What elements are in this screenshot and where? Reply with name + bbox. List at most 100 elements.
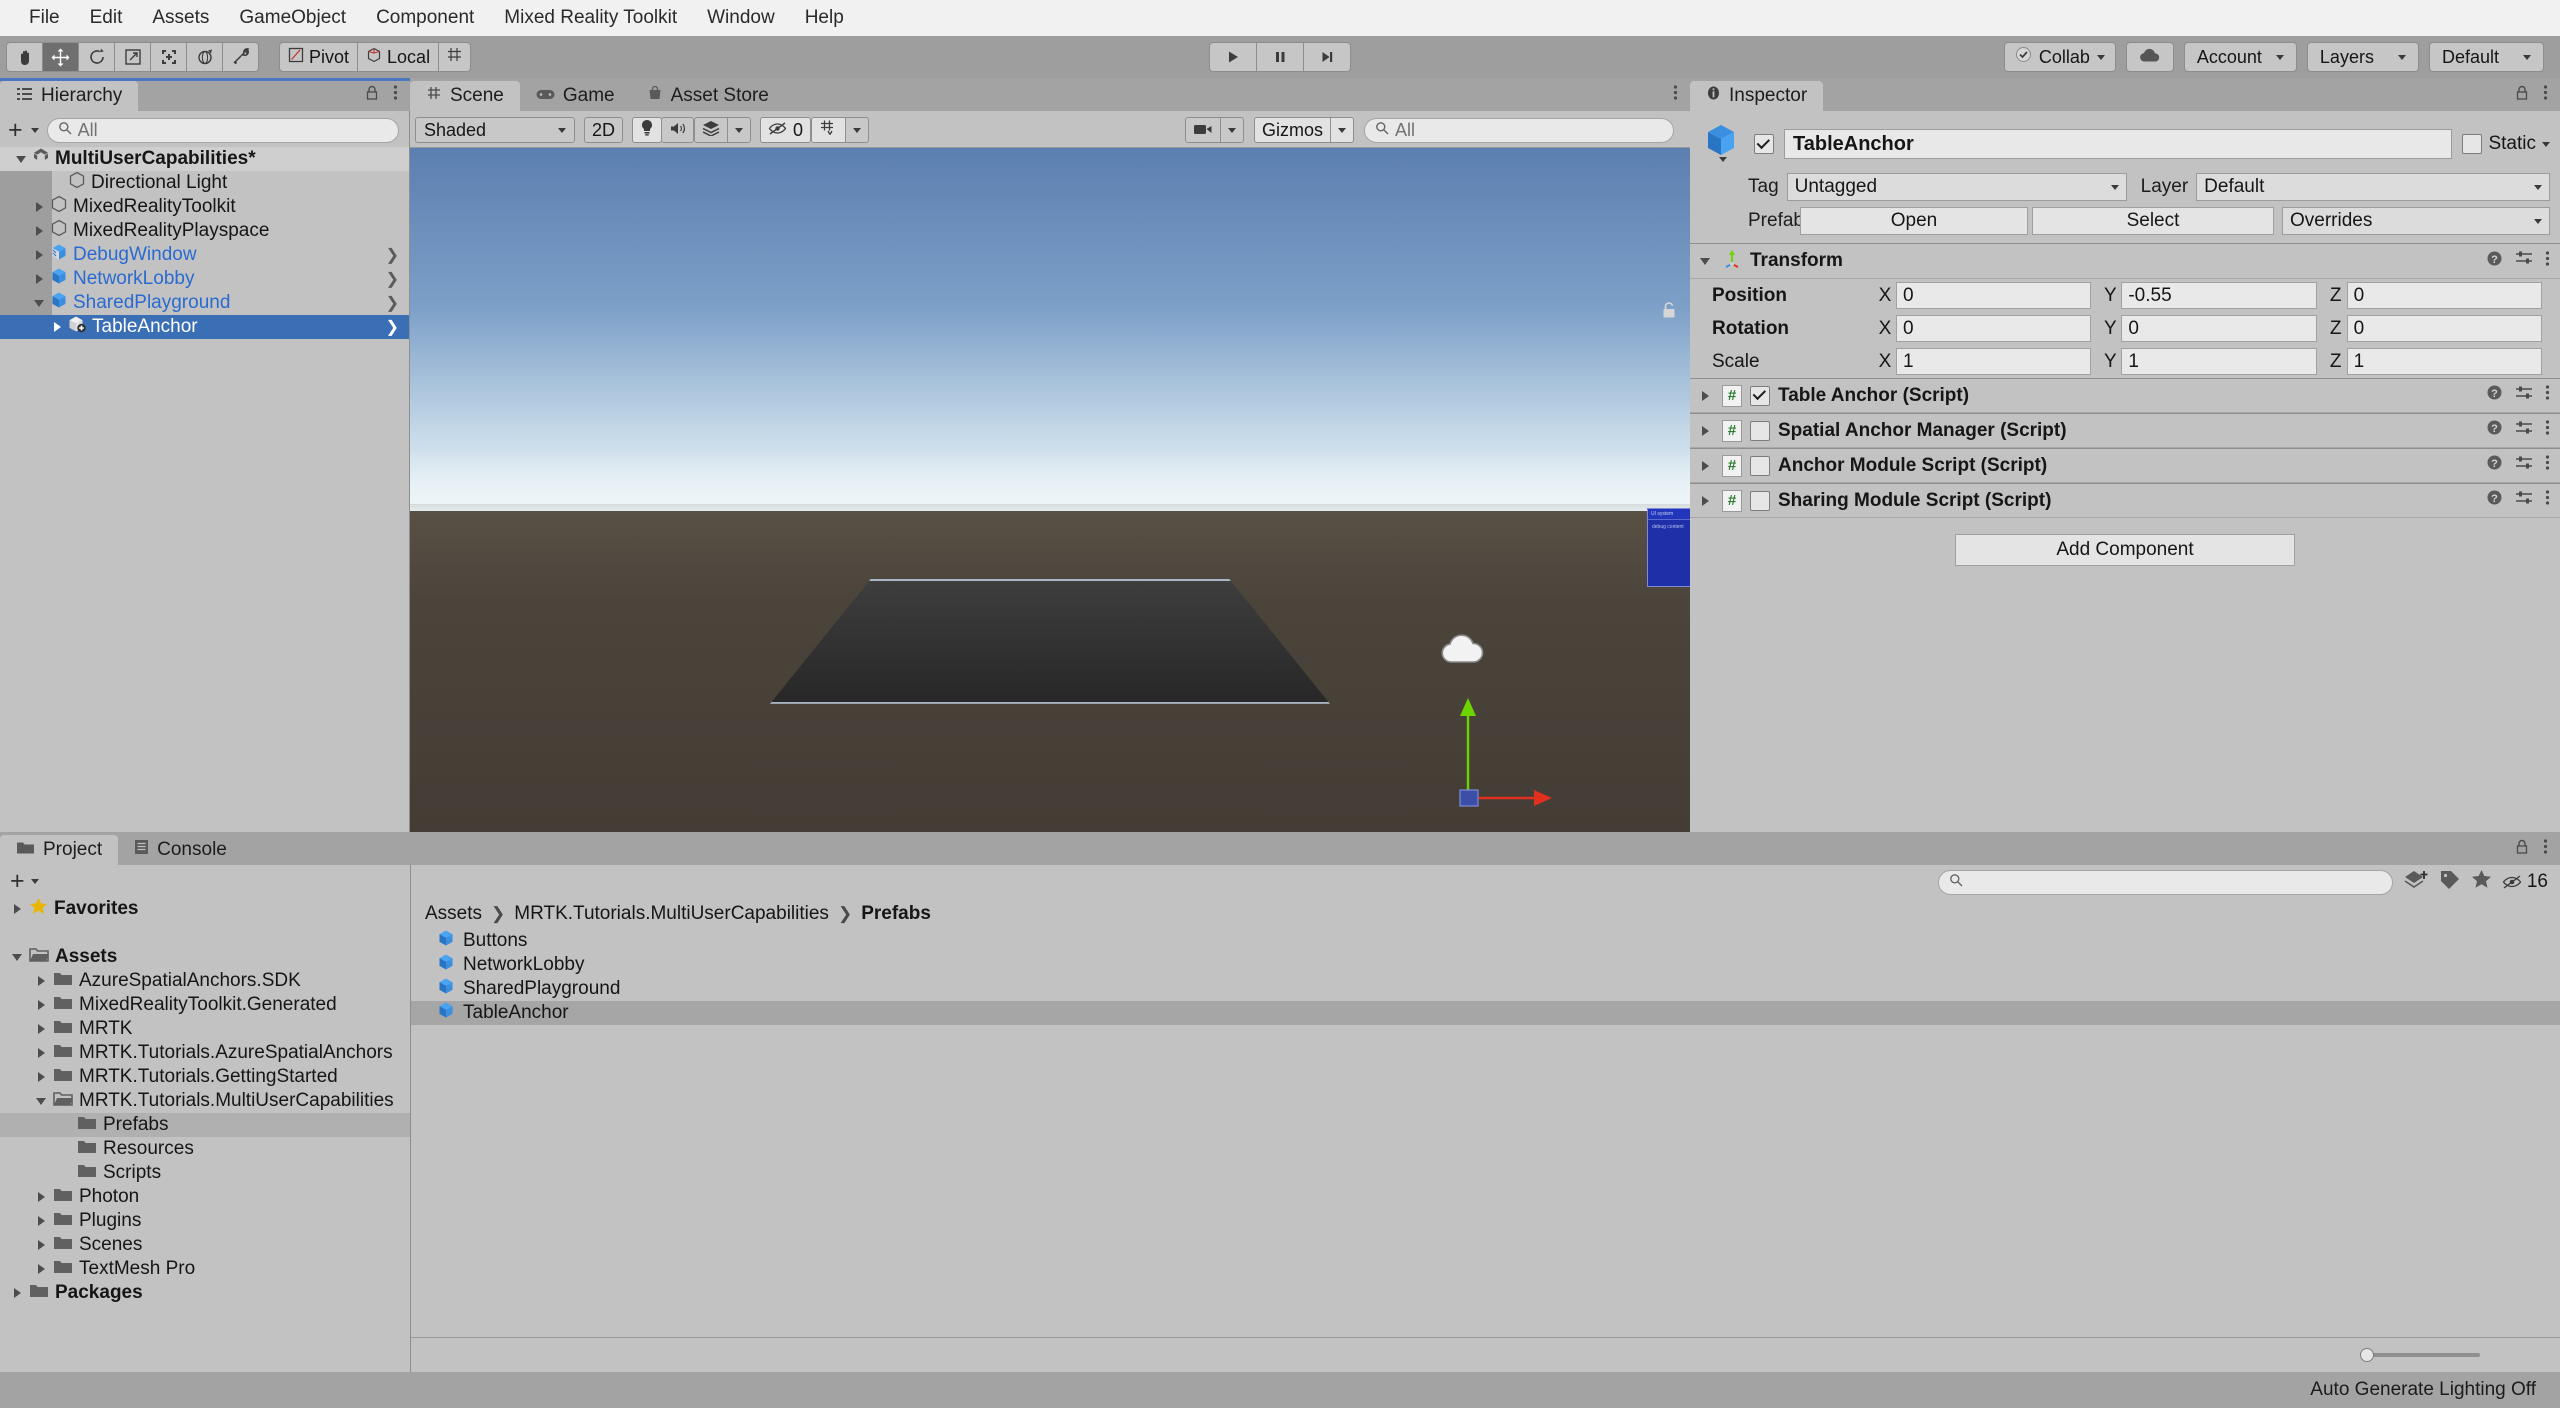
project-menu-icon[interactable] (2543, 838, 2548, 861)
gizmos-dropdown[interactable] (1330, 117, 1354, 143)
layout-button[interactable]: Default (2428, 42, 2544, 72)
help-icon[interactable]: ? (2486, 419, 2503, 442)
component-foldout-icon[interactable] (1698, 388, 1714, 404)
scene-grid-button[interactable] (811, 117, 847, 143)
project-folder-tree[interactable]: Favorites Assets AzureSpatialAnchors.SDK Mi… (0, 897, 410, 1372)
component-table-anchor-script[interactable]: # Table Anchor (Script)? (1690, 378, 2560, 413)
component-menu-icon[interactable] (2545, 384, 2550, 407)
move-tool-button[interactable] (42, 42, 79, 72)
position-z-input[interactable]: 0 (2346, 282, 2542, 309)
add-component-button[interactable]: Add Component (1955, 534, 2295, 566)
transform-component-header[interactable]: Transform ? (1690, 243, 2560, 279)
component-foldout-icon[interactable] (1698, 493, 1714, 509)
add-gameobject-caret-icon[interactable] (30, 127, 39, 133)
preset-icon[interactable] (2515, 455, 2533, 477)
static-toggle[interactable]: Static (2462, 133, 2550, 155)
menu-item-gameobject[interactable]: GameObject (224, 0, 361, 36)
cloud-button[interactable] (2125, 42, 2174, 72)
expand-arrow-icon[interactable] (34, 1189, 50, 1205)
hierarchy-tree[interactable]: MultiUserCapabilities* Directional Light M… (0, 147, 409, 832)
collapse-arrow-icon[interactable] (14, 151, 30, 167)
scene-camera-dropdown[interactable] (1219, 117, 1244, 143)
scene-grid-dropdown[interactable] (845, 117, 870, 143)
tab-project[interactable]: Project (0, 835, 119, 865)
pivot-toggle-button[interactable]: Pivot (279, 42, 359, 72)
gameobject-name-input[interactable]: TableAnchor (1784, 129, 2453, 159)
help-icon[interactable]: ? (2486, 250, 2503, 273)
scene-gizmo-lock-icon[interactable] (1660, 300, 1678, 326)
expand-arrow-icon[interactable] (34, 1261, 50, 1277)
breadcrumb-item-1[interactable]: MRTK.Tutorials.MultiUserCapabilities (514, 903, 829, 925)
prefab-open-chevron-icon[interactable]: ❯ (386, 269, 409, 289)
move-gizmo[interactable] (1420, 678, 1620, 818)
project-tree-item-prefabs[interactable]: Prefabs (0, 1113, 410, 1137)
project-tree-item-packages[interactable]: Packages (0, 1281, 410, 1305)
component-enabled-checkbox[interactable] (1750, 455, 1770, 476)
project-tree-item-mrtk-tutorials-multiusercapabilities[interactable]: MRTK.Tutorials.MultiUserCapabilities (0, 1089, 410, 1113)
expand-arrow-icon[interactable] (34, 1021, 50, 1037)
project-tree-item-scenes[interactable]: Scenes (0, 1233, 410, 1257)
menu-item-file[interactable]: File (14, 0, 75, 36)
rotation-y-input[interactable]: 0 (2121, 315, 2317, 342)
expand-arrow-icon[interactable] (34, 1069, 50, 1085)
scene-camera-button[interactable] (1184, 117, 1221, 143)
position-x-input[interactable]: 0 (1896, 282, 2092, 309)
scene-fx-button[interactable] (694, 117, 729, 143)
component-foldout-icon[interactable] (1698, 423, 1714, 439)
transform-foldout-icon[interactable] (1698, 253, 1714, 269)
tag-dropdown[interactable]: Untagged (1786, 173, 2127, 201)
scene-viewport[interactable]: UI system debug content (410, 148, 1690, 832)
create-asset-caret-icon[interactable] (30, 878, 39, 884)
position-y-input[interactable]: -0.55 (2121, 282, 2317, 309)
hierarchy-item-debugwindow[interactable]: DebugWindow ❯ (0, 243, 409, 267)
account-button[interactable]: Account (2183, 42, 2297, 72)
project-tree-item-azurespatialanchors-sdk[interactable]: AzureSpatialAnchors.SDK (0, 969, 410, 993)
hierarchy-menu-icon[interactable] (393, 84, 398, 107)
filter-by-type-icon[interactable] (2403, 868, 2429, 896)
collapse-arrow-icon[interactable] (34, 1093, 50, 1109)
project-search-input[interactable] (1937, 869, 2393, 895)
grid-snap-button[interactable] (438, 42, 472, 72)
collapse-arrow-icon[interactable] (10, 949, 26, 965)
scale-z-input[interactable]: 1 (2346, 348, 2542, 375)
preset-icon[interactable] (2515, 385, 2533, 407)
project-tree-item-photon[interactable]: Photon (0, 1185, 410, 1209)
project-tree-item-textmesh-pro[interactable]: TextMesh Pro (0, 1257, 410, 1281)
component-enabled-checkbox[interactable] (1750, 420, 1770, 441)
tab-hierarchy[interactable]: Hierarchy (0, 81, 139, 111)
layers-button[interactable]: Layers (2306, 42, 2419, 72)
preset-icon[interactable] (2515, 250, 2533, 272)
static-checkbox[interactable] (2462, 134, 2483, 154)
tab-inspector[interactable]: Inspector (1690, 81, 1824, 111)
menu-item-component[interactable]: Component (361, 0, 489, 36)
help-icon[interactable]: ? (2486, 489, 2503, 512)
scene-visibility-button[interactable]: 0 (760, 117, 812, 143)
breadcrumb-item-2[interactable]: Prefabs (861, 903, 931, 925)
prefab-open-chevron-icon[interactable]: ❯ (386, 245, 409, 265)
expand-arrow-icon[interactable] (34, 1237, 50, 1253)
menu-item-edit[interactable]: Edit (75, 0, 138, 36)
scene-search-input[interactable]: All (1364, 117, 1674, 143)
rotation-z-input[interactable]: 0 (2346, 315, 2542, 342)
create-asset-icon[interactable]: + (10, 869, 25, 894)
scene-lighting-button[interactable] (632, 117, 663, 143)
transform-tool-button[interactable] (186, 42, 223, 72)
project-tree-item-mrtk[interactable]: MRTK (0, 1017, 410, 1041)
component-spatial-anchor-manager-script[interactable]: # Spatial Anchor Manager (Script)? (1690, 413, 2560, 448)
prefab-select-button[interactable]: Select (2032, 207, 2274, 235)
prefab-open-chevron-icon[interactable]: ❯ (386, 293, 409, 313)
expand-arrow-icon[interactable] (32, 223, 48, 239)
help-icon[interactable]: ? (2486, 454, 2503, 477)
step-button[interactable] (1303, 42, 1351, 72)
component-menu-icon[interactable] (2545, 489, 2550, 512)
project-tree-item-assets[interactable]: Assets (0, 945, 410, 969)
preset-icon[interactable] (2515, 490, 2533, 512)
expand-arrow-icon[interactable] (10, 1285, 26, 1301)
hierarchy-item-directional-light[interactable]: Directional Light (0, 171, 409, 195)
expand-arrow-icon[interactable] (34, 973, 50, 989)
hidden-filter-icon[interactable]: 16 (2502, 871, 2548, 893)
scale-tool-button[interactable] (114, 42, 151, 72)
preset-icon[interactable] (2515, 420, 2533, 442)
hierarchy-item-multiusercapabilities[interactable]: MultiUserCapabilities* (0, 147, 409, 171)
component-menu-icon[interactable] (2545, 419, 2550, 442)
